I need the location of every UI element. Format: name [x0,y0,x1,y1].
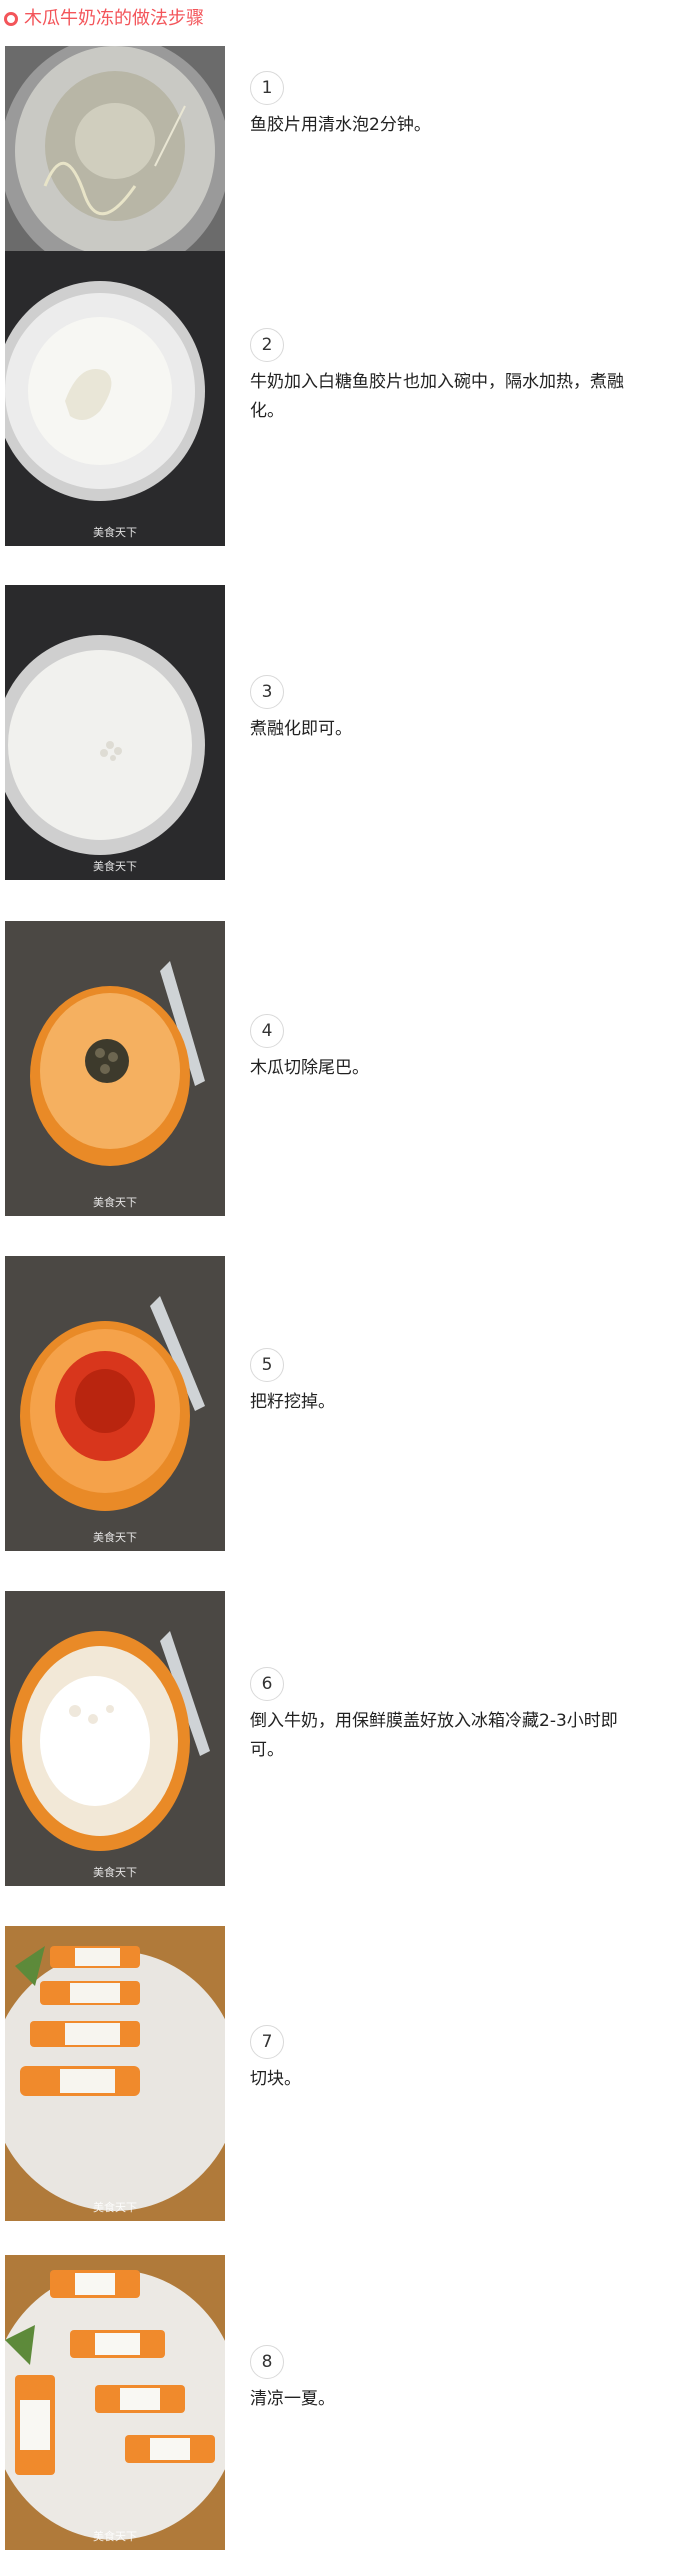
recipe-step-5: 美食天下 5 把籽挖掉。 [0,1256,690,1551]
step-number: 3 [250,675,284,709]
watermark: 美食天下 [93,1866,137,1879]
step-number: 4 [250,1014,284,1048]
step-5-photo[interactable]: 美食天下 [5,1256,225,1551]
section-header: 木瓜牛奶冻的做法步骤 [4,4,204,34]
papaya-with-milk-image [5,1591,225,1886]
step-3-photo[interactable]: 美食天下 [5,585,225,880]
recipe-step-8: 美食天下 8 清凉一夏。 [0,2255,690,2550]
step-number: 2 [250,328,284,362]
recipe-step-2: 美食天下 2 牛奶加入白糖鱼胶片也加入碗中，隔水加热，煮融化。 [0,251,690,546]
step-description: 煮融化即可。 [250,719,352,739]
step-8-photo[interactable]: 美食天下 [5,2255,225,2550]
step-description: 牛奶加入白糖鱼胶片也加入碗中，隔水加热，煮融化。 [250,372,624,421]
step-description: 倒入牛奶，用保鲜膜盖好放入冰箱冷藏2-3小时即可。 [250,1711,618,1760]
watermark: 美食天下 [93,2530,137,2543]
step-description: 切块。 [250,2069,301,2089]
watermark: 美食天下 [93,860,137,873]
recipe-step-6: 美食天下 6 倒入牛奶，用保鲜膜盖好放入冰箱冷藏2-3小时即可。 [0,1591,690,1886]
step-description: 清凉一夏。 [250,2389,335,2409]
recipe-step-4: 美食天下 4 木瓜切除尾巴。 [0,921,690,1216]
watermark: 美食天下 [93,2201,137,2214]
step-number: 7 [250,2025,284,2059]
step-6-photo[interactable]: 美食天下 [5,1591,225,1886]
melted-milk-bowl-image [5,585,225,880]
papaya-hollowed-image [5,1256,225,1551]
circle-icon [4,12,18,26]
step-number: 5 [250,1348,284,1382]
step-description: 鱼胶片用清水泡2分钟。 [250,115,431,135]
step-2-photo[interactable]: 美食天下 [5,251,225,546]
milk-bowl-image [5,251,225,546]
recipe-step-3: 美食天下 3 煮融化即可。 [0,585,690,880]
step-7-photo[interactable]: 美食天下 [5,1926,225,2221]
step-number: 6 [250,1667,284,1701]
papaya-cut-image [5,921,225,1216]
watermark: 美食天下 [93,1531,137,1544]
watermark: 美食天下 [93,1196,137,1209]
step-4-photo[interactable]: 美食天下 [5,921,225,1216]
papaya-slices-plate-image [5,1926,225,2221]
watermark: 美食天下 [93,526,137,539]
step-number: 8 [250,2345,284,2379]
section-title: 木瓜牛奶冻的做法步骤 [24,8,204,29]
recipe-step-7: 美食天下 7 切块。 [0,1926,690,2221]
step-description: 把籽挖掉。 [250,1392,335,1412]
papaya-jelly-served-image [5,2255,225,2550]
step-number: 1 [250,71,284,105]
step-description: 木瓜切除尾巴。 [250,1058,369,1078]
